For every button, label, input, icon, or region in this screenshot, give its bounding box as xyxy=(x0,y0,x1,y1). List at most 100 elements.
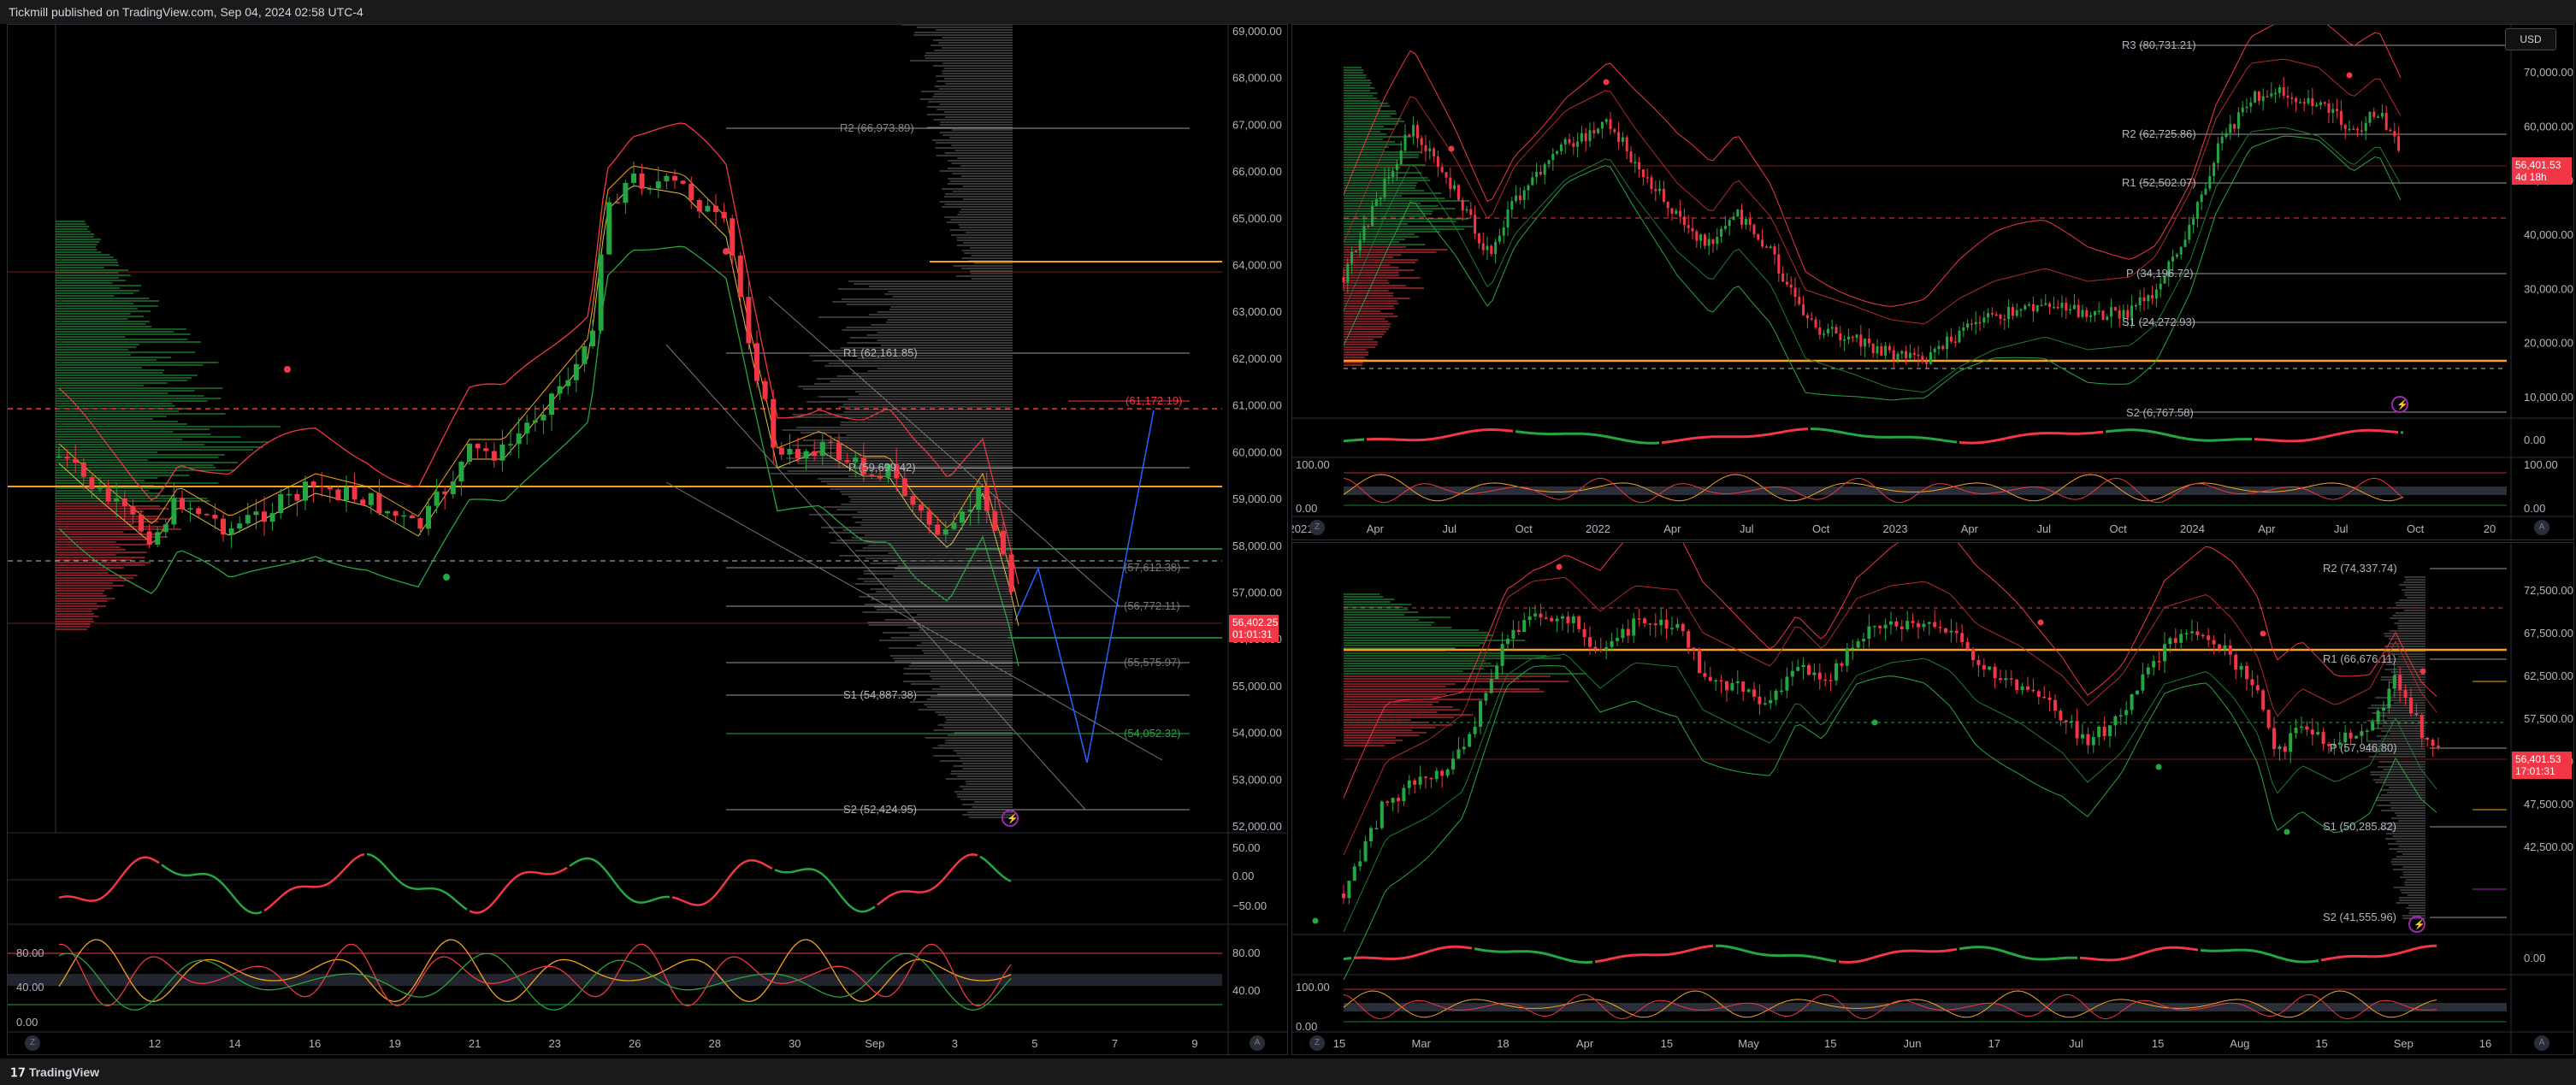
candle-body xyxy=(1588,130,1592,142)
left-chart-panel[interactable]: ⚡ R2 (66,973.89) R1 (62,161.85) (61,172.… xyxy=(7,24,1288,1055)
price-axis[interactable]: 70,000.0060,000.0050,000.0040,000.0030,0… xyxy=(2524,66,2573,404)
left-chart-svg[interactable]: ⚡ R2 (66,973.89) R1 (62,161.85) (61,172.… xyxy=(8,25,1288,1055)
time-axis-label: Jul xyxy=(2036,522,2051,535)
mid-band xyxy=(58,185,1019,627)
candle-body xyxy=(1670,208,1674,214)
candle-body xyxy=(1871,343,1875,354)
zoom-button[interactable]: Z xyxy=(25,1035,40,1051)
candle-body xyxy=(1716,236,1719,245)
current-time: 4d 18h xyxy=(2515,171,2547,183)
candle-body xyxy=(1900,351,1904,354)
candle-body xyxy=(1561,616,1564,619)
osc2-axis-label: 0.00 xyxy=(1296,1020,1317,1033)
candle-body xyxy=(1445,770,1450,776)
candle-body xyxy=(1728,220,1731,227)
candle-body xyxy=(1974,321,1977,325)
candle-body xyxy=(1761,239,1764,247)
candle-body xyxy=(2319,102,2322,105)
osc-green-line xyxy=(161,852,1012,915)
candle-body xyxy=(2403,690,2408,698)
price-axis-label: 62,500.00 xyxy=(2524,669,2573,682)
candle-body xyxy=(2245,665,2248,680)
candle-body xyxy=(1424,144,1427,151)
candle-body xyxy=(2208,175,2212,189)
price-axis[interactable]: 72,500.0067,500.0062,500.0057,500.0052,5… xyxy=(2524,584,2573,853)
candle-body xyxy=(1387,176,1391,179)
candle-body xyxy=(1695,231,1699,241)
candle-body xyxy=(1883,624,1888,628)
candle-body xyxy=(1732,216,1735,221)
candle-body xyxy=(1933,349,1936,353)
zoom-button[interactable]: Z xyxy=(1309,520,1325,535)
candle-body xyxy=(1958,330,1961,343)
time-axis-label: 23 xyxy=(548,1037,560,1050)
candle-body xyxy=(2069,309,2072,311)
candle-body xyxy=(162,524,168,533)
signal-dot xyxy=(2346,72,2353,79)
candle-body xyxy=(401,515,407,517)
candle-body xyxy=(1999,315,2002,320)
weekly-chart-panel[interactable]: ⚡ R3 (80,731.21) R2 (62,725.86) R1 (52,5… xyxy=(1291,24,2574,540)
candle-body xyxy=(1780,690,1783,693)
candle-body xyxy=(1418,776,1422,785)
time-axis-label: Jul xyxy=(2069,1037,2083,1050)
candle-body xyxy=(2159,283,2162,290)
candle-body xyxy=(2398,675,2402,691)
auto-scale-button[interactable]: A xyxy=(2534,1035,2549,1051)
candle-body xyxy=(2371,721,2375,731)
weekly-chart-svg[interactable]: ⚡ R3 (80,731.21) R2 (62,725.86) R1 (52,5… xyxy=(1292,25,2574,540)
candle-body xyxy=(1658,188,1662,192)
candle-body xyxy=(1880,345,1883,356)
time-axis[interactable]: 2021AprJulOct2022AprJulOct2023AprJulOct2… xyxy=(1292,522,2496,535)
candle-body xyxy=(1719,680,1723,682)
candle-body xyxy=(1626,628,1630,636)
time-axis[interactable]: 15 Mar 18 Apr 15 May 15 Jun 17 Jul 15 Aug 15 Sep 16 xyxy=(1333,1037,2491,1050)
daily-chart-svg[interactable]: ⚡ R2 (74,337.74) R1 (66,676.11) P (57,94… xyxy=(1292,543,2574,1055)
zoom-button[interactable]: Z xyxy=(1309,1035,1325,1051)
current-time: 01:01:31 xyxy=(1232,628,1273,640)
osc2-band xyxy=(1344,486,2507,495)
time-axis-label: 20 xyxy=(2484,522,2496,535)
candle-body xyxy=(1346,263,1350,283)
price-axis[interactable]: 69,000.00 68,000.00 67,000.00 66,000.00 65,0… xyxy=(1232,25,1282,833)
currency-button[interactable]: USD xyxy=(2505,28,2556,50)
candle-body xyxy=(1584,133,1587,142)
candle-body xyxy=(1949,630,1953,633)
candle-body xyxy=(2278,746,2282,750)
tradingview-logo[interactable]: 𝟣𝟩 TradingView xyxy=(10,1065,99,1080)
candle-body xyxy=(1550,617,1554,622)
daily-chart-panel[interactable]: ⚡ R2 (74,337.74) R1 (66,676.11) P (57,94… xyxy=(1291,542,2574,1055)
price-axis-label: 70,000.00 xyxy=(2524,66,2573,79)
candle-body xyxy=(434,491,440,506)
auto-scale-button[interactable]: A xyxy=(1250,1035,1265,1051)
candle-body xyxy=(2414,713,2419,716)
candle-body xyxy=(2218,644,2221,650)
candle-body xyxy=(1527,616,1532,621)
time-axis-label: Apr xyxy=(1576,1037,1594,1050)
candle-body xyxy=(1774,690,1778,700)
candle-body xyxy=(1900,626,1904,629)
candle-body xyxy=(303,481,308,501)
candle-body xyxy=(1613,129,1616,133)
time-axis-label: 14 xyxy=(228,1037,240,1050)
candle-body xyxy=(2409,697,2413,714)
time-axis-label: 2024 xyxy=(2180,522,2205,535)
candle-body xyxy=(467,443,472,463)
candle-body xyxy=(1559,144,1563,151)
candle-body xyxy=(228,528,234,535)
candle-body xyxy=(2234,654,2238,670)
candle-body xyxy=(1551,153,1555,161)
time-axis[interactable]: 12 14 16 19 21 23 26 28 30 Sep 3 5 7 9 xyxy=(149,1037,1198,1050)
candle-body xyxy=(2091,737,2095,746)
auto-scale-button[interactable]: A xyxy=(2534,520,2549,535)
candle-body xyxy=(598,254,604,331)
price-axis-label: 62,000.00 xyxy=(1232,352,1282,365)
osc2-line xyxy=(58,939,1012,1002)
candle-body xyxy=(2389,129,2392,132)
time-axis-label: 2022 xyxy=(1586,522,1610,535)
candle-body xyxy=(1397,798,1400,801)
candle-body xyxy=(1826,328,1829,333)
candle-body xyxy=(942,528,948,535)
candle-body xyxy=(1645,177,1649,179)
upper-band xyxy=(1343,58,2402,325)
